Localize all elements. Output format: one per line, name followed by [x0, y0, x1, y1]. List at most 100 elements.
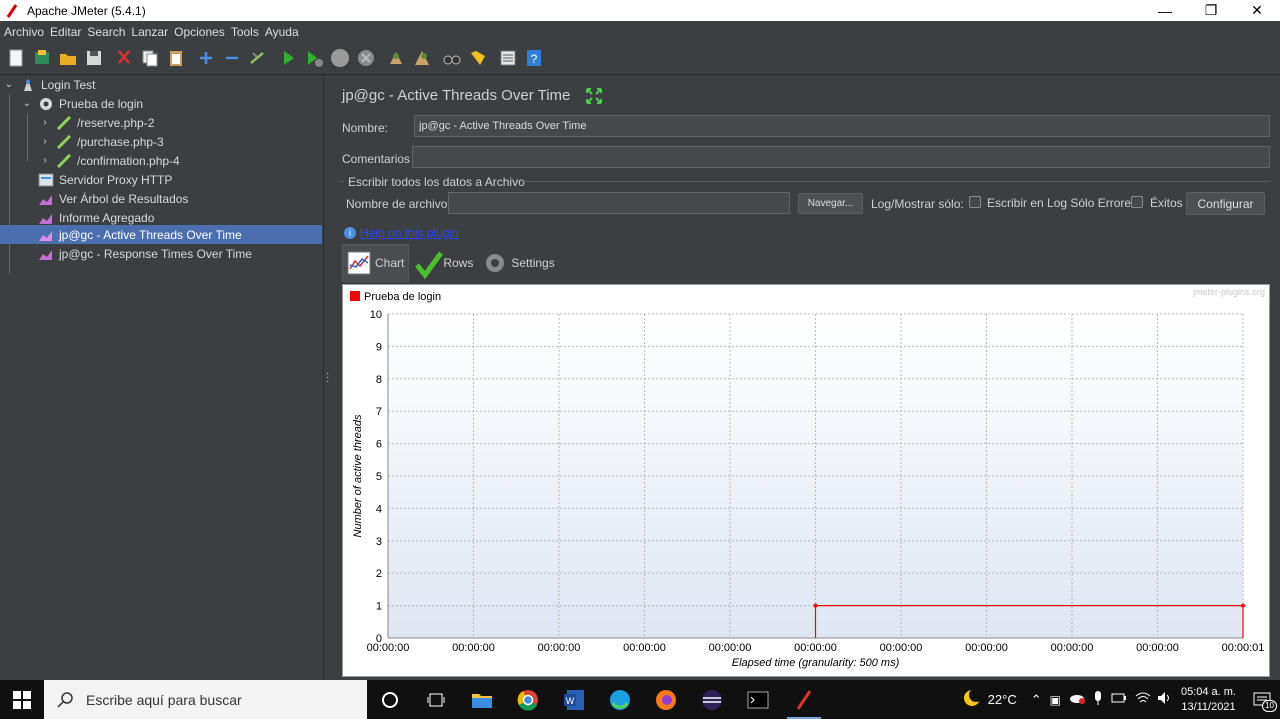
eclipse-icon[interactable]: [689, 680, 735, 719]
x-tick-label: 00:00:00: [452, 642, 495, 654]
save-icon[interactable]: [84, 48, 104, 68]
open-icon[interactable]: [58, 48, 78, 68]
terminal-icon[interactable]: [735, 680, 781, 719]
name-field[interactable]: jp@gc - Active Threads Over Time: [414, 115, 1270, 137]
tree-item-test-plan[interactable]: ⌄ Login Test: [0, 75, 322, 94]
function-helper-icon[interactable]: [498, 48, 518, 68]
tree-item-response-times[interactable]: jp@gc - Response Times Over Time: [0, 244, 322, 263]
start-icon[interactable]: [278, 48, 298, 68]
jmeter-taskbar-icon[interactable]: [781, 680, 827, 719]
configure-button[interactable]: Configurar: [1186, 192, 1265, 215]
expand-all-icon[interactable]: [196, 48, 216, 68]
search-placeholder: Escribe aquí para buscar: [86, 691, 242, 708]
menu-search[interactable]: Search: [87, 25, 125, 39]
chevron-down-icon[interactable]: ⌄: [22, 98, 32, 109]
x-tick-label: 00:00:00: [794, 642, 837, 654]
tab-chart[interactable]: Chart: [342, 244, 410, 282]
maximize-button[interactable]: ❐: [1188, 0, 1234, 21]
copy-icon[interactable]: [140, 48, 160, 68]
success-checkbox[interactable]: [1131, 196, 1143, 208]
microphone-icon[interactable]: [1093, 690, 1103, 709]
help-icon[interactable]: ?: [524, 48, 544, 68]
minimize-button[interactable]: —: [1142, 0, 1188, 21]
comments-field[interactable]: [412, 146, 1270, 168]
paste-icon[interactable]: [166, 48, 186, 68]
cut-icon[interactable]: [114, 48, 134, 68]
name-label: Nombre:: [342, 121, 389, 135]
wifi-icon[interactable]: [1135, 691, 1151, 708]
tree-item-proxy[interactable]: Servidor Proxy HTTP: [0, 170, 322, 189]
tree-item-reserve[interactable]: › /reserve.php-2: [0, 113, 322, 132]
x-tick-label: 00:00:00: [1136, 642, 1179, 654]
file-explorer-icon[interactable]: [459, 680, 505, 719]
chevron-right-icon[interactable]: ›: [40, 136, 50, 147]
chevron-right-icon[interactable]: ›: [40, 117, 50, 128]
maximize-panel-icon[interactable]: [585, 87, 603, 105]
listener-chart-icon: [38, 247, 54, 261]
tree-item-purchase[interactable]: › /purchase.php-3: [0, 132, 322, 151]
collapse-all-icon[interactable]: [222, 48, 242, 68]
y-tick-label: 5: [376, 471, 382, 483]
clock[interactable]: 05:04 a. m. 13/11/2021: [1181, 685, 1236, 715]
notifications-icon[interactable]: 10: [1244, 692, 1280, 712]
weather-icon[interactable]: [962, 688, 983, 711]
taskbar-search[interactable]: Escribe aquí para buscar: [44, 680, 367, 719]
tree-item-confirmation[interactable]: › /confirmation.php-4: [0, 151, 322, 170]
templates-icon[interactable]: [32, 48, 52, 68]
battery-icon[interactable]: [1111, 692, 1127, 707]
chart-icon: [347, 251, 371, 275]
errors-only-checkbox[interactable]: [969, 196, 981, 208]
clear-icon[interactable]: [386, 48, 406, 68]
menu-ayuda[interactable]: Ayuda: [265, 25, 299, 39]
reset-search-icon[interactable]: [468, 48, 488, 68]
word-icon[interactable]: W: [551, 680, 597, 719]
speaker-icon[interactable]: [1157, 691, 1173, 708]
help-link[interactable]: Help on this plugin: [360, 226, 459, 240]
stop-icon[interactable]: [330, 48, 350, 68]
chevron-right-icon[interactable]: ›: [40, 155, 50, 166]
cortana-button[interactable]: [367, 680, 413, 719]
toggle-icon[interactable]: [248, 48, 268, 68]
tree-item-label: Ver Árbol de Resultados: [59, 191, 189, 206]
menu-editar[interactable]: Editar: [50, 25, 81, 39]
start-no-pauses-icon[interactable]: [304, 48, 324, 68]
legend-swatch: [350, 291, 360, 301]
meet-now-icon[interactable]: ▣: [1050, 693, 1061, 707]
filename-field[interactable]: [448, 192, 790, 214]
chevron-down-icon[interactable]: ⌄: [4, 79, 14, 90]
split-pane-divider[interactable]: · · ·: [324, 75, 332, 680]
tree-item-thread-group[interactable]: ⌄ Prueba de login: [0, 94, 322, 113]
clear-all-icon[interactable]: [412, 48, 432, 68]
firefox-icon[interactable]: [643, 680, 689, 719]
tab-rows[interactable]: Rows: [411, 244, 477, 282]
shutdown-icon[interactable]: [356, 48, 376, 68]
y-tick-label: 7: [376, 406, 382, 418]
menu-lanzar[interactable]: Lanzar: [131, 25, 168, 39]
tab-settings[interactable]: Settings: [479, 244, 558, 282]
x-axis-title: Elapsed time (granularity: 500 ms): [732, 657, 900, 669]
comments-label: Comentarios: [342, 152, 411, 166]
notifications-badge: 10: [1262, 699, 1277, 712]
onedrive-icon[interactable]: [1069, 692, 1085, 707]
browse-button[interactable]: Navegar...: [798, 193, 863, 214]
weather-temp[interactable]: 22°C: [988, 692, 1017, 707]
tab-label: Rows: [443, 256, 474, 270]
chevron-up-icon[interactable]: ⌃: [1031, 692, 1042, 708]
title-bar: Apache JMeter (5.4.1) — ❐ ✕: [0, 0, 1280, 21]
edge-icon[interactable]: [597, 680, 643, 719]
start-button[interactable]: [0, 680, 44, 719]
y-tick-label: 9: [376, 341, 382, 353]
menu-archivo[interactable]: Archivo: [4, 25, 44, 39]
chrome-icon[interactable]: [505, 680, 551, 719]
task-view-button[interactable]: [413, 680, 459, 719]
close-button[interactable]: ✕: [1234, 0, 1280, 21]
tree-item-results-tree[interactable]: Ver Árbol de Resultados: [0, 189, 322, 208]
search-binoculars-icon[interactable]: [442, 48, 462, 68]
tree-item-active-threads[interactable]: jp@gc - Active Threads Over Time: [0, 225, 322, 244]
data-point: [813, 603, 818, 608]
new-icon[interactable]: [6, 48, 26, 68]
menu-opciones[interactable]: Opciones: [174, 25, 225, 39]
y-tick-label: 4: [376, 503, 382, 515]
menu-tools[interactable]: Tools: [231, 25, 259, 39]
drag-handle-icon[interactable]: · · ·: [326, 369, 329, 387]
